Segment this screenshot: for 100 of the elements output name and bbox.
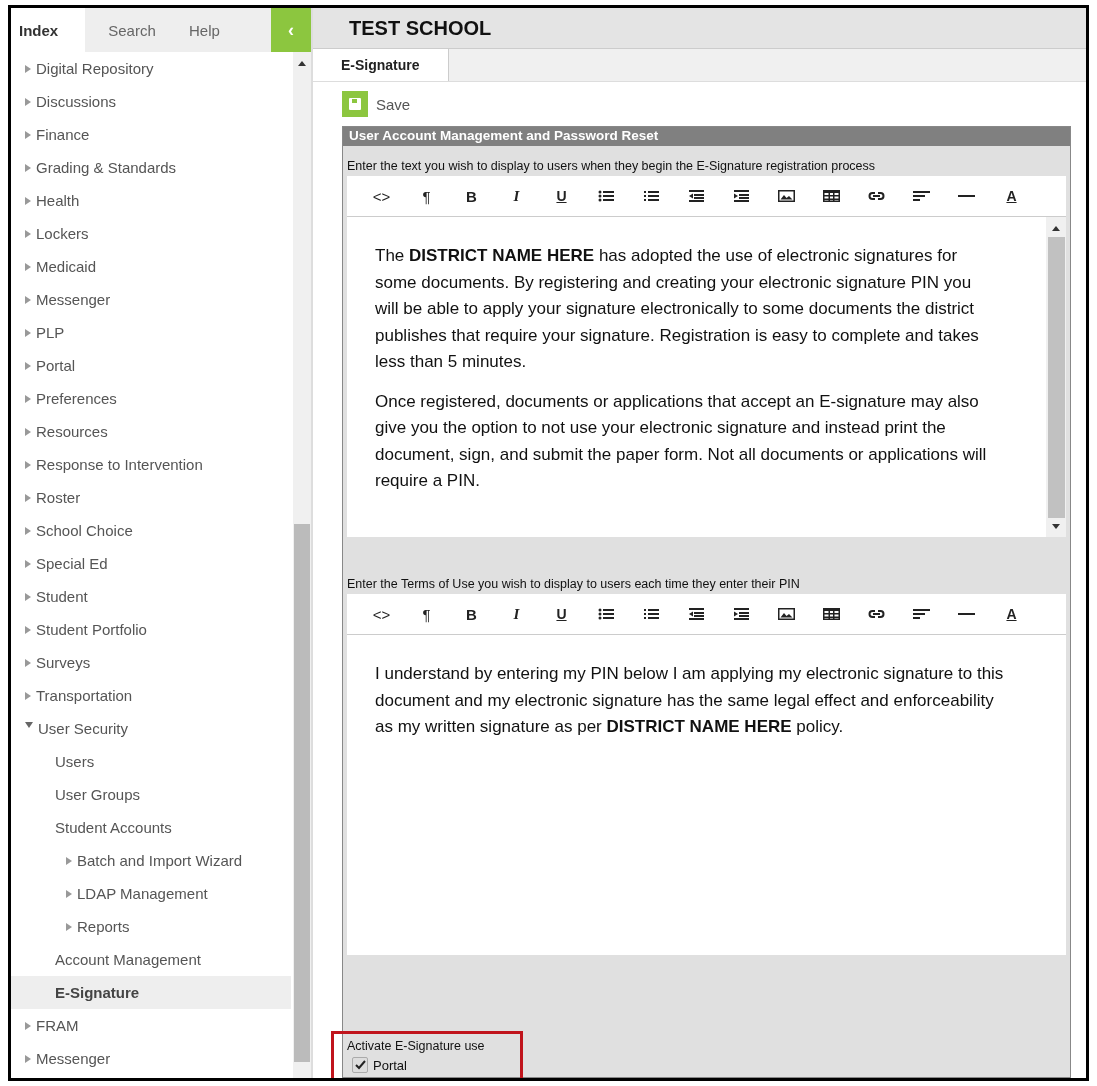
collapsed-arrow-icon[interactable] xyxy=(25,1054,31,1063)
tree-item[interactable]: Portal xyxy=(11,349,291,382)
tree-item[interactable]: Special Ed xyxy=(11,547,291,580)
tree-item[interactable]: Lockers xyxy=(11,217,291,250)
collapsed-arrow-icon[interactable] xyxy=(25,592,31,601)
tree-item[interactable]: PLP xyxy=(11,316,291,349)
collapsed-arrow-icon[interactable] xyxy=(25,394,31,403)
tree-item[interactable]: Reports xyxy=(11,910,291,943)
toolbar-button[interactable]: ¶ xyxy=(404,182,449,210)
save-icon xyxy=(342,91,368,117)
text-editor[interactable] xyxy=(347,217,1066,537)
collapsed-arrow-icon[interactable] xyxy=(25,262,31,271)
numbers-icon xyxy=(643,607,660,621)
numbers-icon xyxy=(643,189,660,203)
toolbar-button[interactable]: <> xyxy=(359,182,404,210)
collapsed-arrow-icon[interactable] xyxy=(66,889,72,898)
collapsed-arrow-icon[interactable] xyxy=(25,559,31,568)
tree-item[interactable]: E-Signature xyxy=(11,976,291,1009)
collapsed-arrow-icon[interactable] xyxy=(25,229,31,238)
bold-button[interactable]: B xyxy=(449,182,494,210)
underline-button[interactable]: U xyxy=(539,600,584,628)
bullets-icon xyxy=(598,607,615,621)
collapsed-arrow-icon[interactable] xyxy=(25,1021,31,1030)
editor-paragraph: I understand by entering my PIN below I am applying my electronic signature to this document and my electronic signature has the same legal effect and enforceability as my written signature as per DISTRICT NAME HERE policy. xyxy=(375,663,1005,738)
image-icon xyxy=(778,189,795,203)
indent-icon xyxy=(733,607,750,621)
link-icon xyxy=(868,189,885,203)
text-editor[interactable] xyxy=(347,635,1066,955)
align-icon xyxy=(913,607,930,621)
bullets-icon xyxy=(598,189,615,203)
editor-label: Enter the text you wish to display to users when they begin the E-Signature registration process xyxy=(346,158,877,175)
table-icon xyxy=(823,607,840,621)
tree-item[interactable]: Digital Repository xyxy=(11,52,291,85)
tree-item[interactable]: Resources xyxy=(11,415,291,448)
tree-item[interactable]: Grading & Standards xyxy=(11,151,291,184)
tree-item[interactable]: Finance xyxy=(11,118,291,151)
color-button[interactable]: A xyxy=(989,600,1034,628)
toolbar-button[interactable]: <> xyxy=(359,600,404,628)
collapsed-arrow-icon[interactable] xyxy=(25,328,31,337)
collapsed-arrow-icon[interactable] xyxy=(25,361,31,370)
sidebar-tab[interactable]: Index xyxy=(11,8,85,52)
collapsed-arrow-icon[interactable] xyxy=(25,658,31,667)
tree-item[interactable]: Messenger xyxy=(11,283,291,316)
tree-item[interactable]: Preferences xyxy=(11,382,291,415)
page-title: TEST SCHOOL xyxy=(313,8,1086,49)
tree-item[interactable]: Surveys xyxy=(11,646,291,679)
tree-item[interactable]: School Choice xyxy=(11,514,291,547)
indent-icon xyxy=(733,189,750,203)
align-icon xyxy=(913,189,930,203)
save-button[interactable]: Save xyxy=(342,91,411,117)
tree-item[interactable]: Response to Intervention xyxy=(11,448,291,481)
italic-button[interactable]: I xyxy=(494,600,539,628)
editor-label: Enter the Terms of Use you wish to display to users each time they enter their PIN xyxy=(346,576,801,593)
collapsed-arrow-icon[interactable] xyxy=(25,130,31,139)
collapsed-arrow-icon[interactable] xyxy=(25,97,31,106)
collapsed-arrow-icon[interactable] xyxy=(25,460,31,469)
bold-button[interactable]: B xyxy=(449,600,494,628)
checkbox[interactable] xyxy=(352,1057,368,1073)
editor-paragraph: Once registered, documents or applications that accept an E-signature may also give you the option to not use your electronic signature and instead print the document, sign, and submit the paper form. Not all documents or applications will require a PIN. xyxy=(375,390,988,492)
tree-item[interactable]: Student xyxy=(11,580,291,613)
panel-title: User Account Management and Password Reset xyxy=(343,127,1070,146)
table-icon xyxy=(823,189,840,203)
tree-item[interactable]: Messenger xyxy=(11,1042,291,1075)
collapsed-arrow-icon[interactable] xyxy=(25,64,31,73)
collapsed-arrow-icon[interactable] xyxy=(25,427,31,436)
tree-item[interactable]: Roster xyxy=(11,481,291,514)
collapsed-arrow-icon[interactable] xyxy=(25,625,31,634)
tree-item[interactable]: Discussions xyxy=(11,85,291,118)
collapsed-arrow-icon[interactable] xyxy=(25,163,31,172)
collapsed-arrow-icon[interactable] xyxy=(25,493,31,502)
page-tab[interactable]: E-Signature xyxy=(313,49,449,81)
collapsed-arrow-icon[interactable] xyxy=(25,196,31,205)
tree-item[interactable]: Health xyxy=(11,184,291,217)
scrollbar[interactable] xyxy=(293,52,311,1078)
collapsed-arrow-icon[interactable] xyxy=(25,295,31,304)
tree-item[interactable]: Account Management xyxy=(11,943,291,976)
italic-button[interactable]: I xyxy=(494,182,539,210)
tree-item[interactable]: User Security xyxy=(11,712,291,745)
checkbox-label[interactable]: Portal xyxy=(373,1057,407,1073)
link-icon xyxy=(868,607,885,621)
underline-button[interactable]: U xyxy=(539,182,584,210)
tree-item[interactable]: Student Accounts xyxy=(11,811,291,844)
tree-item[interactable]: User Groups xyxy=(11,778,291,811)
expanded-arrow-icon[interactable] xyxy=(25,721,33,728)
tree-item[interactable]: Users xyxy=(11,745,291,778)
tree-item[interactable]: Batch and Import Wizard xyxy=(11,844,291,877)
tree-item[interactable]: Student Portfolio xyxy=(11,613,291,646)
scrollbar[interactable] xyxy=(1046,217,1066,537)
tree-item[interactable]: LDAP Management xyxy=(11,877,291,910)
collapsed-arrow-icon[interactable] xyxy=(25,526,31,535)
collapsed-arrow-icon[interactable] xyxy=(25,691,31,700)
collapsed-arrow-icon[interactable] xyxy=(66,922,72,931)
color-button[interactable]: A xyxy=(989,182,1034,210)
collapsed-arrow-icon[interactable] xyxy=(66,856,72,865)
tree-item[interactable]: Medicaid xyxy=(11,250,291,283)
tree-item[interactable]: Transportation xyxy=(11,679,291,712)
image-icon xyxy=(778,607,795,621)
outdent-icon xyxy=(688,607,705,621)
tree-item[interactable]: FRAM xyxy=(11,1009,291,1042)
toolbar-button[interactable]: ¶ xyxy=(404,600,449,628)
